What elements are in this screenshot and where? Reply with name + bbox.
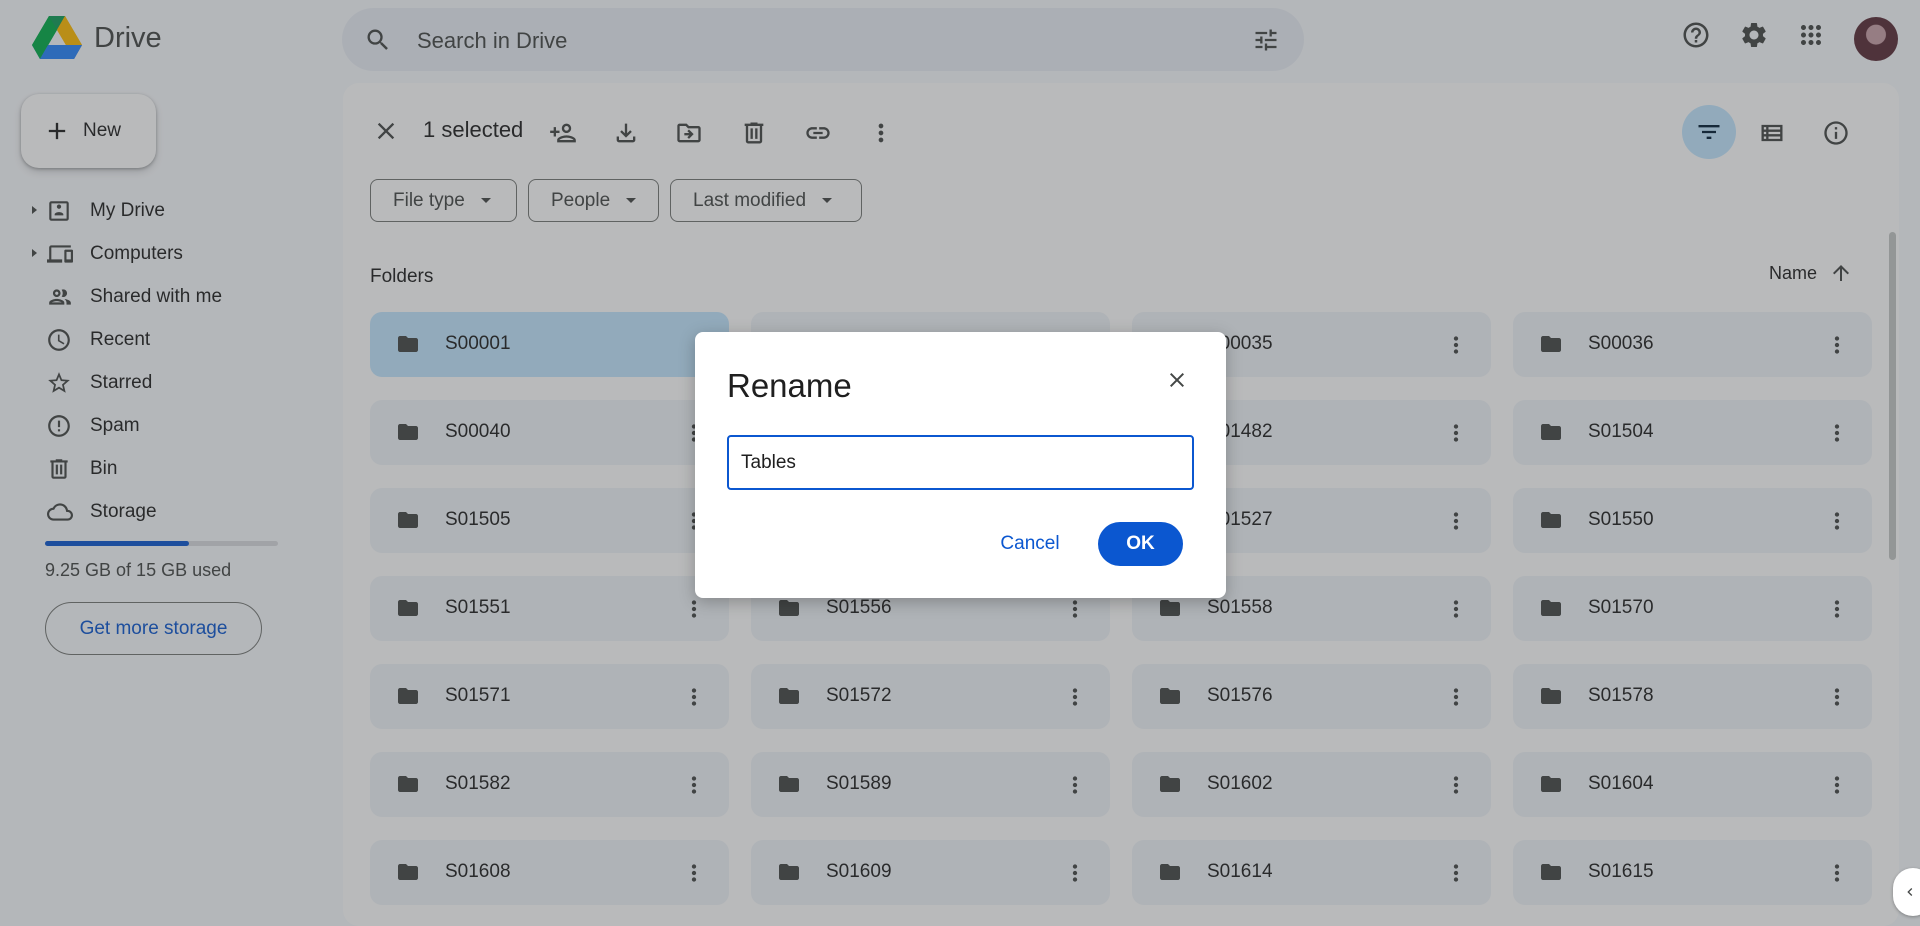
rename-dialog: Rename Cancel OK [695, 332, 1226, 598]
dialog-title: Rename [727, 367, 852, 404]
rename-input[interactable] [727, 435, 1194, 490]
cancel-button[interactable]: Cancel [969, 522, 1091, 566]
chevron-left-icon [1907, 888, 1913, 896]
side-panel-toggle[interactable] [1893, 868, 1920, 916]
close-icon[interactable] [1165, 368, 1189, 392]
ok-button[interactable]: OK [1098, 522, 1183, 566]
